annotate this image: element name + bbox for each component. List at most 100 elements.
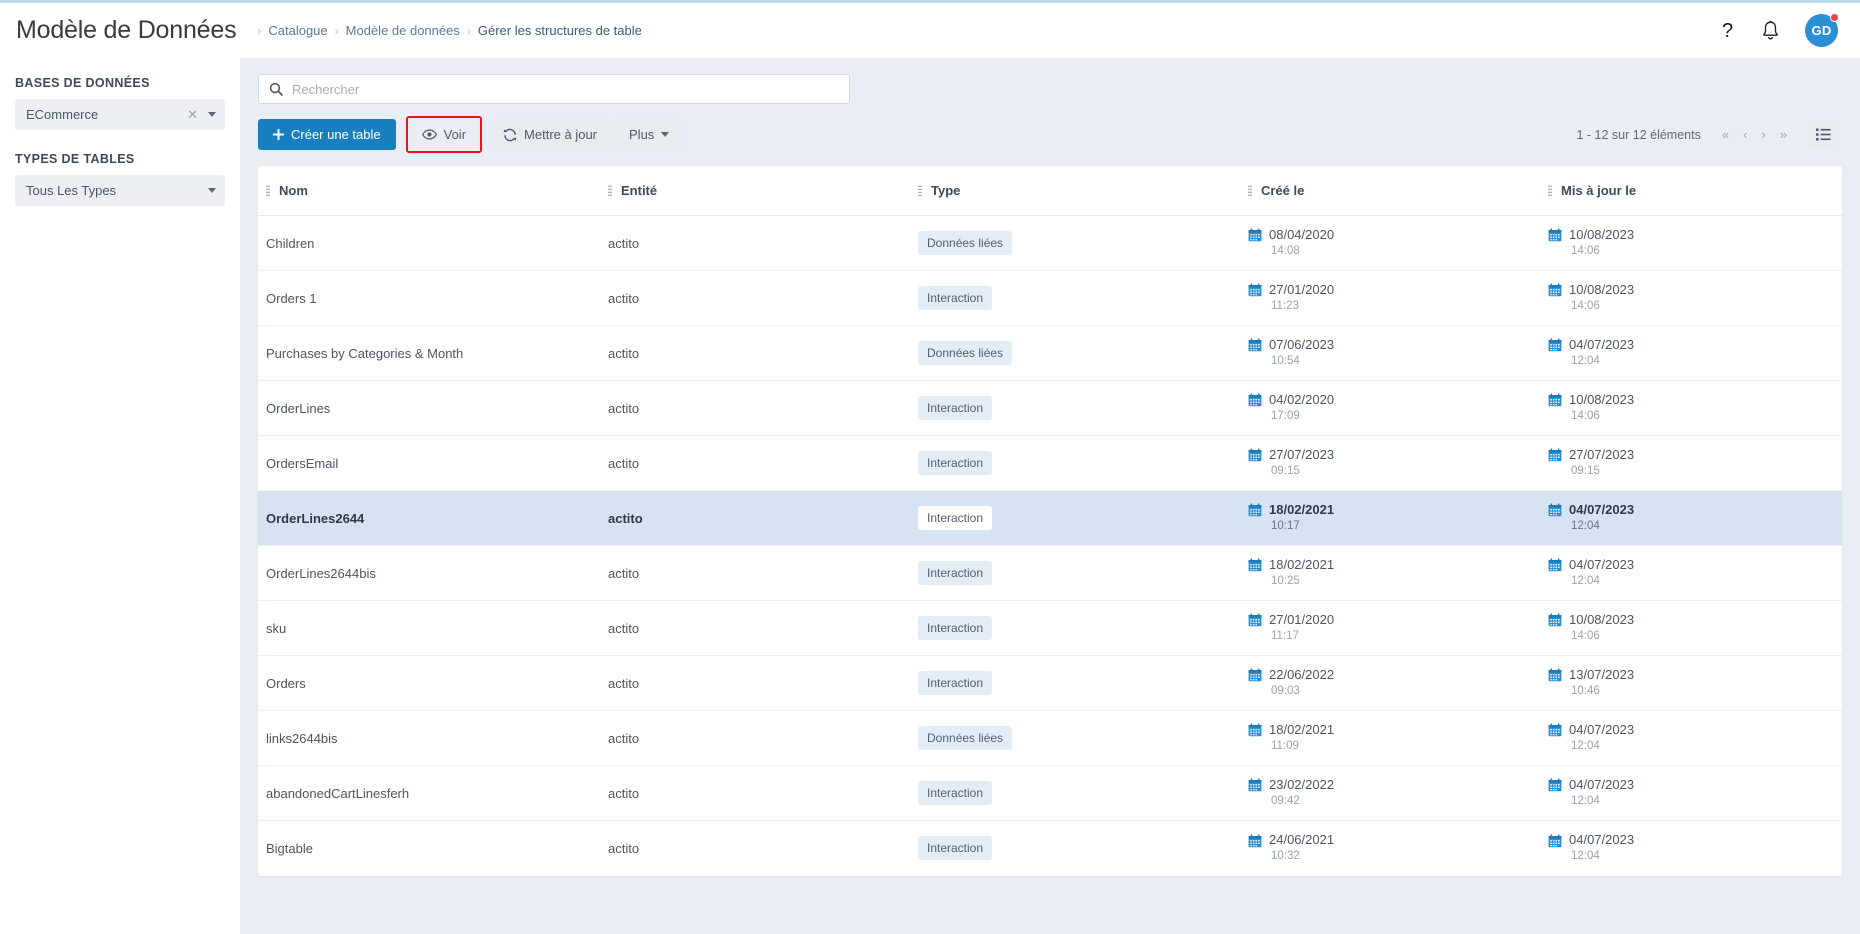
cell-entite: actito xyxy=(608,821,918,876)
pagination-prev-button[interactable]: ‹ xyxy=(1736,128,1754,141)
updated-date: 27/07/2023 xyxy=(1569,446,1635,462)
help-icon[interactable]: ? xyxy=(1719,20,1736,42)
view-label: Voir xyxy=(443,127,467,142)
column-header-entite[interactable]: Entité xyxy=(608,166,918,216)
breadcrumb-separator-icon: › xyxy=(257,23,262,38)
entity-text: actito xyxy=(608,400,640,416)
update-label: Mettre à jour xyxy=(524,127,598,142)
created-time: 10:17 xyxy=(1271,519,1300,532)
refresh-icon xyxy=(503,128,517,141)
cell-cree-le: 22/06/2022 09:03 xyxy=(1248,655,1548,711)
table-row[interactable]: Purchases by Categories & Month actito Don… xyxy=(258,325,1842,381)
calendar-icon xyxy=(1548,393,1562,407)
column-header-cree-le[interactable]: Créé le xyxy=(1248,166,1548,216)
table-name-text: OrderLines2644 xyxy=(266,510,365,526)
table-types-select[interactable]: Tous Les Types xyxy=(15,175,225,206)
cell-nom: Orders 1 xyxy=(258,270,608,326)
drag-handle-icon[interactable] xyxy=(266,184,270,197)
update-button[interactable]: Mettre à jour xyxy=(490,119,611,150)
cell-cree-le: 18/02/2021 10:25 xyxy=(1248,545,1548,601)
view-button-highlight: Voir xyxy=(405,116,483,153)
table-row[interactable]: OrderLines actito Interaction 04/02/2020 1… xyxy=(258,380,1842,436)
list-view-toggle-button[interactable] xyxy=(1808,120,1838,149)
cell-type: Données liées xyxy=(918,325,1248,381)
updated-date: 04/07/2023 xyxy=(1569,776,1635,792)
drag-handle-icon[interactable] xyxy=(918,184,922,197)
bell-icon[interactable] xyxy=(1761,20,1780,41)
cell-nom: OrdersEmail xyxy=(258,435,608,491)
breadcrumb-item-catalogue[interactable]: Catalogue xyxy=(268,23,327,38)
table-row[interactable]: sku actito Interaction 27/01/2020 11:17 10… xyxy=(258,600,1842,656)
table-row[interactable]: OrderLines2644 actito Interaction 18/02/20… xyxy=(258,490,1842,546)
view-button[interactable]: Voir xyxy=(409,119,479,150)
search-box[interactable] xyxy=(258,74,850,104)
created-date: 23/02/2022 xyxy=(1269,776,1335,792)
clear-icon[interactable]: ✕ xyxy=(187,108,198,121)
calendar-icon xyxy=(1548,668,1562,682)
cell-mis-a-jour-le: 10/08/2023 14:06 xyxy=(1548,380,1842,436)
cell-type: Interaction xyxy=(918,490,1248,546)
calendar-icon xyxy=(1248,448,1262,462)
column-header-type[interactable]: Type xyxy=(918,166,1248,216)
table-row[interactable]: OrdersEmail actito Interaction 27/07/2023 … xyxy=(258,435,1842,491)
drag-handle-icon[interactable] xyxy=(1248,184,1252,197)
table-row[interactable]: abandonedCartLinesferh actito Interaction … xyxy=(258,765,1842,821)
column-header-nom[interactable]: Nom xyxy=(258,166,608,216)
updated-date: 10/08/2023 xyxy=(1569,391,1635,407)
column-header-cree-le-label: Créé le xyxy=(1261,183,1305,198)
chevron-down-icon xyxy=(661,132,670,137)
breadcrumb: › Catalogue › Modèle de données › Gérer … xyxy=(250,23,642,38)
breadcrumb-item-gerer-structures[interactable]: Gérer les structures de table xyxy=(478,23,642,38)
search-icon xyxy=(269,82,283,96)
plus-icon xyxy=(273,129,284,140)
created-time: 09:15 xyxy=(1271,464,1300,477)
table-row[interactable]: Orders actito Interaction 22/06/2022 09:03… xyxy=(258,655,1842,711)
updated-date: 04/07/2023 xyxy=(1569,336,1635,352)
updated-time: 14:06 xyxy=(1571,409,1600,422)
table-name-text: OrderLines xyxy=(266,400,331,416)
avatar[interactable]: GD xyxy=(1805,13,1839,47)
table-row[interactable]: Orders 1 actito Interaction 27/01/2020 11:… xyxy=(258,270,1842,326)
created-date: 22/06/2022 xyxy=(1269,666,1335,682)
entity-text: actito xyxy=(608,785,640,801)
updated-date: 04/07/2023 xyxy=(1569,501,1635,517)
column-header-mis-a-jour-le[interactable]: Mis à jour le xyxy=(1548,166,1842,216)
databases-label: BASES DE DONNÉES xyxy=(15,76,150,90)
drag-handle-icon[interactable] xyxy=(608,184,612,197)
more-button[interactable]: Plus xyxy=(616,119,683,150)
page-title: Modèle de Données xyxy=(16,16,237,44)
table-row[interactable]: OrderLines2644bis actito Interaction 18/02… xyxy=(258,545,1842,601)
column-header-type-label: Type xyxy=(931,183,961,198)
pagination-next-button[interactable]: › xyxy=(1754,128,1772,141)
cell-mis-a-jour-le: 13/07/2023 10:46 xyxy=(1548,655,1842,711)
search-input[interactable] xyxy=(292,81,839,97)
created-time: 11:17 xyxy=(1271,629,1299,642)
table-row[interactable]: links2644bis actito Données liées 18/02/20… xyxy=(258,710,1842,766)
breadcrumb-item-modele-de-donnees[interactable]: Modèle de données xyxy=(346,23,460,38)
cell-nom: sku xyxy=(258,600,608,656)
cell-nom: Purchases by Categories & Month xyxy=(258,325,608,381)
table-row[interactable]: Children actito Données liées 08/04/2020 1… xyxy=(258,215,1842,271)
create-table-button[interactable]: Créer une table xyxy=(258,119,396,150)
entity-text: actito xyxy=(608,840,640,856)
cell-entite: actito xyxy=(608,655,918,711)
updated-date: 04/07/2023 xyxy=(1569,832,1635,848)
type-badge: Interaction xyxy=(918,781,993,805)
pagination-first-button[interactable]: « xyxy=(1715,128,1736,141)
pagination-last-button[interactable]: » xyxy=(1773,128,1794,141)
entity-text: actito xyxy=(608,620,640,636)
drag-handle-icon[interactable] xyxy=(1548,184,1552,197)
type-badge: Données liées xyxy=(918,726,1013,750)
updated-time: 12:04 xyxy=(1571,354,1600,367)
table-name-text: OrdersEmail xyxy=(266,455,339,471)
cell-mis-a-jour-le: 10/08/2023 14:06 xyxy=(1548,215,1842,271)
cell-nom: OrderLines2644bis xyxy=(258,545,608,601)
database-select[interactable]: ECommerce ✕ xyxy=(15,99,225,130)
column-header-entite-label: Entité xyxy=(621,183,658,198)
created-date: 04/02/2020 xyxy=(1269,391,1335,407)
more-label: Plus xyxy=(629,127,655,142)
list-icon xyxy=(1815,128,1831,141)
type-badge: Interaction xyxy=(918,836,993,861)
table-row[interactable]: Bigtable actito Interaction 24/06/2021 10:… xyxy=(258,821,1842,876)
cell-type: Données liées xyxy=(918,710,1248,766)
